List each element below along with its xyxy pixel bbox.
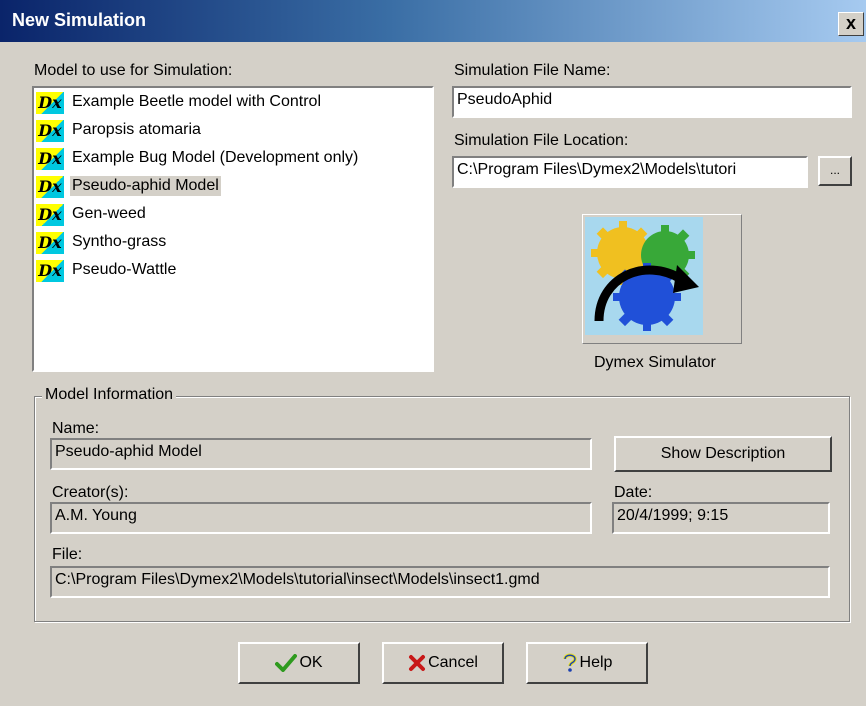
- model-list-item-label: Pseudo-Wattle: [72, 261, 177, 278]
- show-description-button[interactable]: Show Description: [614, 436, 832, 472]
- dymex-simulator-label: Dymex Simulator: [594, 354, 716, 371]
- file-location-value: C:\Program Files\Dymex2\Models\tutori: [457, 161, 737, 178]
- dx-model-icon: Dx: [36, 176, 64, 198]
- dymex-simulator-tile[interactable]: [582, 214, 742, 344]
- check-icon: [275, 653, 298, 672]
- model-listbox[interactable]: Dx Example Beetle model with Control Dx Par…: [32, 86, 434, 372]
- cancel-button[interactable]: Cancel: [382, 642, 504, 684]
- dx-model-icon: Dx: [36, 260, 64, 282]
- model-list-label: Model to use for Simulation:: [34, 62, 233, 79]
- creator-field: A.M. Young: [50, 502, 592, 534]
- file-location-input[interactable]: C:\Program Files\Dymex2\Models\tutori: [452, 156, 808, 188]
- dx-model-icon: Dx: [36, 92, 64, 114]
- help-button[interactable]: Help: [526, 642, 648, 684]
- creator-value: A.M. Young: [55, 507, 137, 524]
- show-description-label: Show Description: [660, 445, 786, 462]
- date-value: 20/4/1999; 9:15: [617, 507, 729, 524]
- model-name-field: Pseudo-aphid Model: [50, 438, 592, 470]
- model-list-item-label: Gen-weed: [72, 205, 146, 222]
- file-label: File:: [52, 546, 83, 563]
- model-list-item-label: Syntho-grass: [72, 233, 167, 250]
- model-file-value: C:\Program Files\Dymex2\Models\tutorial\…: [55, 571, 540, 588]
- cancel-label: Cancel: [428, 654, 478, 671]
- dx-model-icon: Dx: [36, 204, 64, 226]
- date-field: 20/4/1999; 9:15: [612, 502, 830, 534]
- file-location-label: Simulation File Location:: [454, 132, 629, 149]
- dx-model-icon: Dx: [36, 232, 64, 254]
- model-list-item-label: Example Beetle model with Control: [72, 93, 322, 110]
- window-title: New Simulation: [12, 10, 147, 30]
- date-label: Date:: [614, 484, 653, 501]
- browse-label: ...: [829, 163, 840, 177]
- browse-button[interactable]: ...: [818, 156, 852, 186]
- model-name-label: Name:: [52, 420, 100, 437]
- model-list-item-label: Paropsis atomaria: [72, 121, 201, 138]
- model-list-item-label: Example Bug Model (Development only): [72, 149, 359, 166]
- ok-button[interactable]: OK: [238, 642, 360, 684]
- model-name-value: Pseudo-aphid Model: [55, 443, 202, 460]
- model-list-item-label: Pseudo-aphid Model: [70, 176, 221, 196]
- dx-model-icon: Dx: [36, 148, 64, 170]
- help-question-icon: [562, 653, 577, 672]
- title-bar[interactable]: New Simulation x: [0, 0, 866, 42]
- help-label: Help: [579, 654, 613, 671]
- dx-model-icon: Dx: [36, 120, 64, 142]
- model-file-field: C:\Program Files\Dymex2\Models\tutorial\…: [50, 566, 830, 598]
- file-name-value: PseudoAphid: [457, 91, 553, 108]
- new-simulation-dialog: New Simulation x Model to use for Simula…: [0, 0, 866, 706]
- creator-label: Creator(s):: [52, 484, 129, 501]
- file-name-label: Simulation File Name:: [454, 62, 611, 79]
- cancel-x-icon: [409, 654, 426, 671]
- ok-label: OK: [299, 654, 323, 671]
- model-information-legend: Model Information: [42, 386, 177, 404]
- close-button[interactable]: x: [838, 12, 864, 36]
- dymex-simulator-icon: [585, 217, 703, 335]
- file-name-input[interactable]: PseudoAphid: [452, 86, 852, 118]
- close-icon: x: [845, 13, 856, 33]
